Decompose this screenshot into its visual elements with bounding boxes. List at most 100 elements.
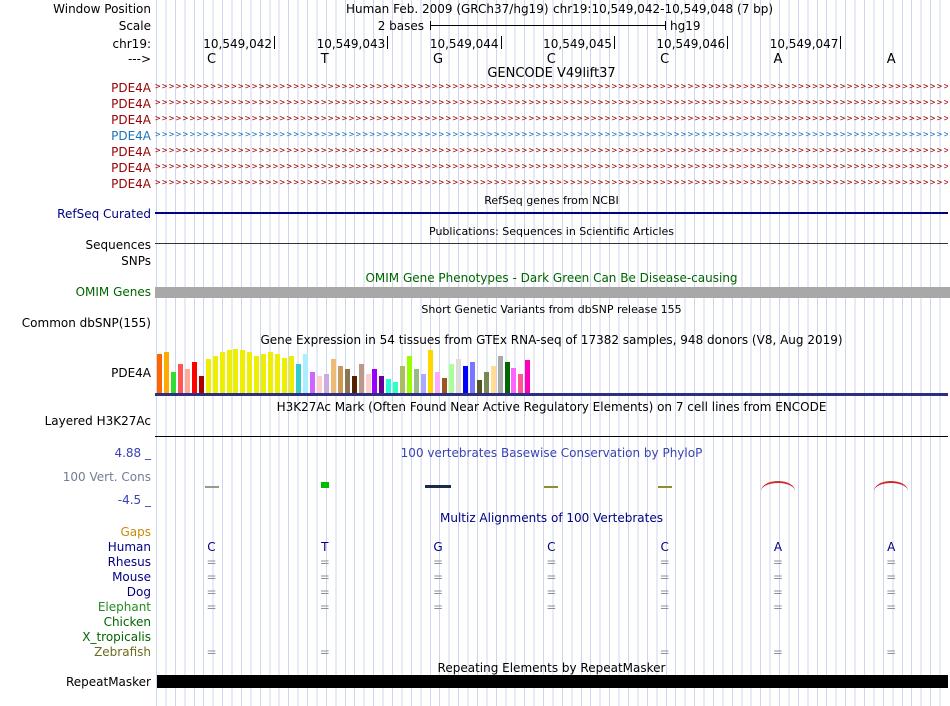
track-label-h3k27ac[interactable]: Layered H3K27Ac bbox=[0, 414, 151, 428]
multiz-row-label-chicken[interactable]: Chicken bbox=[0, 615, 151, 629]
multiz-cell-mouse: = bbox=[382, 570, 495, 584]
multiz-row-label-rhesus[interactable]: Rhesus bbox=[0, 555, 151, 569]
multiz-row-label-gaps[interactable]: Gaps bbox=[0, 525, 151, 539]
track-label-sequences[interactable]: Sequences bbox=[0, 238, 151, 252]
phylop-mark-block bbox=[321, 482, 329, 488]
gtex-bar[interactable] bbox=[477, 380, 482, 394]
gtex-bar[interactable] bbox=[206, 359, 211, 394]
gtex-bar[interactable] bbox=[511, 368, 516, 394]
gtex-bar[interactable] bbox=[268, 352, 273, 394]
gtex-bar[interactable] bbox=[366, 374, 371, 394]
multiz-cell-dog: = bbox=[721, 585, 834, 599]
gtex-bar[interactable] bbox=[498, 356, 503, 394]
gtex-bar[interactable] bbox=[178, 364, 183, 394]
track-label-dbsnp[interactable]: Common dbSNP(155) bbox=[0, 316, 151, 330]
gtex-bar[interactable] bbox=[233, 349, 238, 394]
track-label-repeatmasker[interactable]: RepeatMasker bbox=[0, 675, 151, 689]
gtex-bar[interactable] bbox=[157, 354, 162, 394]
multiz-cell-rhesus: = bbox=[155, 555, 268, 569]
gtex-bar[interactable] bbox=[379, 376, 384, 394]
gtex-bar[interactable] bbox=[505, 362, 510, 394]
gtex-bar[interactable] bbox=[227, 350, 232, 394]
gtex-bar[interactable] bbox=[372, 369, 377, 394]
repeatmasker-track[interactable] bbox=[157, 675, 948, 688]
gene-row-arrows[interactable]: >>>>>>>>>>>>>>>>>>>>>>>>>>>>>>>>>>>>>>>>… bbox=[155, 177, 948, 190]
gtex-bar[interactable] bbox=[518, 374, 523, 394]
track-label-snps[interactable]: SNPs bbox=[0, 254, 151, 268]
gene-row-label[interactable]: PDE4A bbox=[0, 177, 151, 191]
gtex-bar[interactable] bbox=[254, 356, 259, 394]
gtex-bar[interactable] bbox=[240, 350, 245, 394]
gtex-bar[interactable] bbox=[331, 359, 336, 394]
gene-row-arrows[interactable]: >>>>>>>>>>>>>>>>>>>>>>>>>>>>>>>>>>>>>>>>… bbox=[155, 113, 948, 126]
multiz-row-label-dog[interactable]: Dog bbox=[0, 585, 151, 599]
gtex-bar[interactable] bbox=[456, 359, 461, 394]
multiz-row-label-mouse[interactable]: Mouse bbox=[0, 570, 151, 584]
scale-label: Scale bbox=[0, 19, 151, 33]
gene-row-label[interactable]: PDE4A bbox=[0, 113, 151, 127]
gtex-bar[interactable] bbox=[289, 356, 294, 394]
gtex-bar[interactable] bbox=[213, 356, 218, 394]
gene-row-arrows[interactable]: >>>>>>>>>>>>>>>>>>>>>>>>>>>>>>>>>>>>>>>>… bbox=[155, 129, 948, 142]
track-title-repeatmasker: Repeating Elements by RepeatMasker bbox=[155, 661, 948, 675]
gtex-bar[interactable] bbox=[491, 366, 496, 394]
gtex-bar[interactable] bbox=[247, 352, 252, 394]
multiz-cell-dog: = bbox=[268, 585, 381, 599]
gene-row-label[interactable]: PDE4A bbox=[0, 97, 151, 111]
gtex-bar[interactable] bbox=[338, 366, 343, 394]
gtex-bar[interactable] bbox=[352, 376, 357, 394]
gtex-bar[interactable] bbox=[442, 378, 447, 394]
gtex-bar[interactable] bbox=[199, 376, 204, 394]
gtex-bar[interactable] bbox=[261, 354, 266, 394]
gtex-bar[interactable] bbox=[463, 366, 468, 394]
gtex-bar-chart[interactable] bbox=[157, 349, 537, 394]
multiz-row-label-x-tropicalis[interactable]: X_tropicalis bbox=[0, 630, 151, 644]
multiz-row-label-human[interactable]: Human bbox=[0, 540, 151, 554]
gtex-bar[interactable] bbox=[359, 364, 364, 394]
gtex-bar[interactable] bbox=[185, 369, 190, 394]
gene-row-label[interactable]: PDE4A bbox=[0, 129, 151, 143]
gtex-bar[interactable] bbox=[414, 369, 419, 394]
gtex-bar[interactable] bbox=[220, 352, 225, 394]
gene-row-arrows[interactable]: >>>>>>>>>>>>>>>>>>>>>>>>>>>>>>>>>>>>>>>>… bbox=[155, 161, 948, 174]
position-tick-mark bbox=[840, 36, 841, 49]
gtex-bar[interactable] bbox=[192, 362, 197, 394]
gtex-bar[interactable] bbox=[400, 366, 405, 394]
gene-row-label[interactable]: PDE4A bbox=[0, 81, 151, 95]
phylop-mark-dash bbox=[658, 486, 672, 488]
sequences-track[interactable] bbox=[155, 243, 948, 244]
gtex-bar[interactable] bbox=[275, 354, 280, 394]
gtex-bar[interactable] bbox=[525, 360, 530, 394]
multiz-row-label-elephant[interactable]: Elephant bbox=[0, 600, 151, 614]
gtex-bar[interactable] bbox=[324, 374, 329, 394]
gtex-bar[interactable] bbox=[470, 362, 475, 394]
gtex-bar[interactable] bbox=[386, 379, 391, 394]
gtex-bar[interactable] bbox=[407, 356, 412, 394]
gtex-bar[interactable] bbox=[171, 372, 176, 394]
track-label-omim-genes[interactable]: OMIM Genes bbox=[0, 285, 151, 299]
gtex-bar[interactable] bbox=[345, 369, 350, 394]
gtex-bar[interactable] bbox=[164, 352, 169, 394]
gene-row-label[interactable]: PDE4A bbox=[0, 145, 151, 159]
gtex-bar[interactable] bbox=[484, 372, 489, 394]
gene-row-arrows[interactable]: >>>>>>>>>>>>>>>>>>>>>>>>>>>>>>>>>>>>>>>>… bbox=[155, 145, 948, 158]
gtex-bar[interactable] bbox=[317, 376, 322, 394]
gtex-bar[interactable] bbox=[303, 354, 308, 394]
track-label-phylop[interactable]: 100 Vert. Cons bbox=[0, 470, 151, 484]
refseq-curated-track[interactable] bbox=[155, 212, 948, 214]
gene-row-arrows[interactable]: >>>>>>>>>>>>>>>>>>>>>>>>>>>>>>>>>>>>>>>>… bbox=[155, 81, 948, 94]
gtex-bar[interactable] bbox=[310, 372, 315, 394]
gtex-bar[interactable] bbox=[449, 364, 454, 394]
track-label-gtex[interactable]: PDE4A bbox=[0, 366, 151, 380]
gtex-bar[interactable] bbox=[428, 350, 433, 394]
gene-row-label[interactable]: PDE4A bbox=[0, 161, 151, 175]
gene-row-arrows[interactable]: >>>>>>>>>>>>>>>>>>>>>>>>>>>>>>>>>>>>>>>>… bbox=[155, 97, 948, 110]
gtex-bar[interactable] bbox=[435, 372, 440, 394]
multiz-row-label-zebrafish[interactable]: Zebrafish bbox=[0, 645, 151, 659]
gtex-bar[interactable] bbox=[282, 358, 287, 394]
gtex-bar[interactable] bbox=[421, 374, 426, 394]
multiz-cell-mouse: = bbox=[155, 570, 268, 584]
omim-genes-track[interactable] bbox=[155, 287, 950, 298]
gtex-bar[interactable] bbox=[296, 364, 301, 394]
track-label-refseq-curated[interactable]: RefSeq Curated bbox=[0, 207, 151, 221]
